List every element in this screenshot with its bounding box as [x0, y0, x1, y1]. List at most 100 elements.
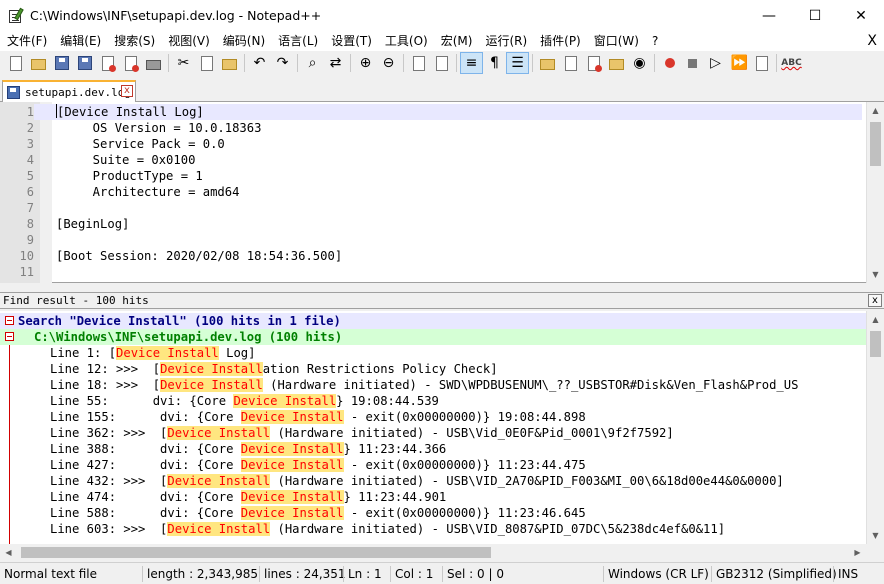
close-file-button[interactable]: [96, 52, 119, 74]
close-all-button[interactable]: [119, 52, 142, 74]
search-header-line[interactable]: Search "Device Install" (100 hits in 1 f…: [0, 313, 866, 329]
spell-check-icon: ABC: [781, 58, 802, 68]
code-line[interactable]: 9: [0, 232, 862, 248]
code-line[interactable]: 5 ProductType = 1: [0, 168, 862, 184]
result-hit-line[interactable]: Line 603: >>> [Device Install (Hardware …: [0, 521, 866, 537]
cut-button[interactable]: ✂: [172, 52, 195, 74]
file-header-line[interactable]: C:\Windows\INF\setupapi.dev.log (100 hit…: [0, 329, 866, 345]
result-hit-line[interactable]: Line 588: dvi: {Core Device Install - ex…: [0, 505, 866, 521]
results-horizontal-scrollbar[interactable]: ◀ ▶: [0, 544, 866, 561]
tab-close-button[interactable]: x: [121, 85, 133, 97]
menu-settings[interactable]: 设置(T): [324, 31, 378, 51]
collapse-icon[interactable]: [5, 316, 14, 325]
doc-map-button[interactable]: [559, 52, 582, 74]
code-line[interactable]: 4 Suite = 0x0100: [0, 152, 862, 168]
code-line[interactable]: 6 Architecture = amd64: [0, 184, 862, 200]
scroll-up-icon[interactable]: ▲: [867, 311, 884, 328]
result-hit-line[interactable]: Line 388: dvi: {Core Device Install} 11:…: [0, 441, 866, 457]
result-hit-line[interactable]: Line 1: [Device Install Log]: [0, 345, 866, 361]
menu-edit[interactable]: 编辑(E): [53, 31, 107, 51]
new-file-button[interactable]: [4, 52, 27, 74]
save-all-button[interactable]: [73, 52, 96, 74]
code-line[interactable]: 2 OS Version = 10.0.18363: [0, 120, 862, 136]
close-document-button[interactable]: X: [867, 31, 877, 51]
record-macro-button[interactable]: [658, 52, 681, 74]
find-button[interactable]: ⌕: [301, 52, 324, 74]
undo-button[interactable]: ↶: [248, 52, 271, 74]
run-macro-multiple-button[interactable]: ⏩: [727, 52, 750, 74]
zoom-in-button[interactable]: ⊕: [354, 52, 377, 74]
find-results-close-button[interactable]: x: [868, 294, 882, 307]
word-wrap-button[interactable]: ≡: [460, 52, 483, 74]
scroll-thumb[interactable]: [870, 122, 881, 166]
status-eol[interactable]: Windows (CR LF): [604, 563, 709, 584]
menu-language[interactable]: 语言(L): [271, 31, 324, 51]
collapse-icon[interactable]: [5, 332, 14, 341]
scroll-down-icon[interactable]: ▼: [867, 266, 884, 283]
scroll-thumb[interactable]: [870, 331, 881, 357]
paste-button[interactable]: [218, 52, 241, 74]
spell-check-button[interactable]: ABC: [780, 52, 803, 74]
code-line[interactable]: 10 [Boot Session: 2020/02/08 18:54:36.500…: [0, 248, 862, 264]
close-window-button[interactable]: ✕: [838, 0, 884, 31]
tab-setupapi-dev-log[interactable]: setupapi.dev.log x: [2, 80, 136, 102]
menu-help[interactable]: ?: [645, 31, 664, 51]
menu-plugins[interactable]: 插件(P): [533, 31, 587, 51]
replace-button[interactable]: ⇄: [324, 52, 347, 74]
result-hit-line[interactable]: Line 18: >>> [Device Install (Hardware i…: [0, 377, 866, 393]
menu-file[interactable]: 文件(F): [0, 31, 53, 51]
menu-macro[interactable]: 宏(M): [434, 31, 479, 51]
play-macro-button[interactable]: ▷: [704, 52, 727, 74]
editor-pane[interactable]: 1 [Device Install Log] 2 OS Version = 10.…: [0, 102, 884, 283]
result-hit-line[interactable]: Line 427: dvi: {Core Device Install - ex…: [0, 457, 866, 473]
editor-vertical-scrollbar[interactable]: ▲ ▼: [866, 102, 884, 283]
result-hit-line[interactable]: Line 12: >>> [Device Installation Restri…: [0, 361, 866, 377]
sync-vertical-button[interactable]: [407, 52, 430, 74]
menu-tools[interactable]: 工具(O): [378, 31, 434, 51]
scroll-thumb[interactable]: [21, 547, 491, 558]
status-encoding[interactable]: GB2312 (Simplified): [712, 563, 837, 584]
find-results-pane[interactable]: Search "Device Install" (100 hits in 1 f…: [0, 311, 884, 544]
folder-workspace-button[interactable]: [605, 52, 628, 74]
result-hit-line[interactable]: Line 474: dvi: {Core Device Install} 11:…: [0, 489, 866, 505]
sync-horizontal-button[interactable]: [430, 52, 453, 74]
save-button[interactable]: [50, 52, 73, 74]
result-hit-line[interactable]: Line 155: dvi: {Core Device Install - ex…: [0, 409, 866, 425]
result-hit-line[interactable]: Line 362: >>> [Device Install (Hardware …: [0, 425, 866, 441]
menu-window[interactable]: 窗口(W): [587, 31, 645, 51]
menu-run[interactable]: 运行(R): [478, 31, 533, 51]
scroll-down-icon[interactable]: ▼: [867, 527, 884, 544]
print-button[interactable]: [142, 52, 165, 74]
hit-match: Device Install: [160, 362, 263, 376]
status-insert-mode[interactable]: INS: [834, 563, 858, 584]
zoom-out-button[interactable]: ⊖: [377, 52, 400, 74]
result-hit-line[interactable]: Line 55: dvi: {Core Device Install} 19:0…: [0, 393, 866, 409]
show-all-characters-button[interactable]: ¶: [483, 52, 506, 74]
code-line[interactable]: 11: [0, 264, 862, 280]
minimize-button[interactable]: —: [746, 0, 792, 31]
monitoring-button[interactable]: ◉: [628, 52, 651, 74]
status-lines: lines : 24,351: [264, 567, 346, 581]
redo-button[interactable]: ↷: [271, 52, 294, 74]
code-line[interactable]: 3 Service Pack = 0.0: [0, 136, 862, 152]
line-number: 2: [26, 121, 34, 135]
code-line[interactable]: 7: [0, 200, 862, 216]
udl-button[interactable]: [536, 52, 559, 74]
scroll-right-icon[interactable]: ▶: [849, 544, 866, 561]
menu-search[interactable]: 搜索(S): [107, 31, 161, 51]
scroll-up-icon[interactable]: ▲: [867, 102, 884, 119]
scroll-left-icon[interactable]: ◀: [0, 544, 17, 561]
copy-button[interactable]: [195, 52, 218, 74]
result-hit-line[interactable]: Line 432: >>> [Device Install (Hardware …: [0, 473, 866, 489]
stop-macro-button[interactable]: [681, 52, 704, 74]
menu-encoding[interactable]: 编码(N): [216, 31, 271, 51]
function-list-button[interactable]: [582, 52, 605, 74]
open-file-button[interactable]: [27, 52, 50, 74]
save-macro-button[interactable]: [750, 52, 773, 74]
code-line[interactable]: 8 [BeginLog]: [0, 216, 862, 232]
menu-view[interactable]: 视图(V): [161, 31, 216, 51]
indent-guide-button[interactable]: ☰: [506, 52, 529, 74]
code-line[interactable]: 1 [Device Install Log]: [0, 104, 862, 120]
maximize-button[interactable]: ☐: [792, 0, 838, 31]
results-vertical-scrollbar[interactable]: ▲ ▼: [866, 311, 884, 544]
